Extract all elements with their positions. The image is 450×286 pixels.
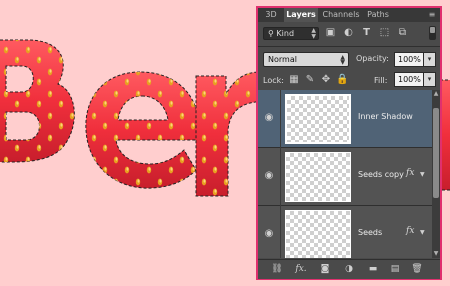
eye-icon[interactable]: ◉ <box>262 170 276 182</box>
new-layer-icon[interactable]: ▤ <box>388 263 402 276</box>
layer-row-seeds-copy[interactable]: ◉ Seeds copy fx ▼ <box>258 148 432 206</box>
filter-toggle[interactable] <box>429 26 436 40</box>
blend-row: Normal ▲ ▼ Opacity: 100% ▾ <box>258 49 440 69</box>
select-arrows-icon: ▲ ▼ <box>340 54 345 66</box>
opacity-field[interactable]: 100% <box>394 52 424 67</box>
fill-dropdown-icon[interactable]: ▾ <box>423 72 436 87</box>
add-style-icon[interactable]: fx. <box>294 263 308 276</box>
shape-filter-icon[interactable]: ⬚ <box>378 27 391 39</box>
layer-row-seeds[interactable]: ◉ Seeds fx ▼ <box>258 206 432 258</box>
tab-3d[interactable]: 3D <box>260 8 282 22</box>
layer-row-inner-shadow[interactable]: ◉ Inner Shadow <box>258 90 432 148</box>
delete-layer-icon[interactable]: 🗑 <box>410 263 424 276</box>
lock-position-icon[interactable]: ✥ <box>320 74 332 86</box>
layer-name[interactable]: Seeds <box>358 228 382 237</box>
eye-icon[interactable]: ◉ <box>262 228 276 240</box>
letter-e-shape <box>85 71 200 189</box>
opacity-dropdown-icon[interactable]: ▾ <box>423 52 436 67</box>
add-mask-icon[interactable]: ◙ <box>318 263 332 276</box>
scroll-down-icon[interactable]: ▼ <box>432 250 440 258</box>
expand-effects-icon[interactable]: ▼ <box>420 229 425 236</box>
fx-badge-icon[interactable]: fx <box>406 226 414 236</box>
fx-badge-icon[interactable]: fx <box>406 168 414 178</box>
divider <box>280 206 281 258</box>
lock-all-icon[interactable]: 🔒 <box>336 74 348 86</box>
tab-paths[interactable]: Paths <box>364 8 392 22</box>
layer-thumbnail[interactable] <box>285 152 351 202</box>
layer-name[interactable]: Inner Shadow <box>358 112 413 121</box>
letter-b-shape <box>0 39 75 163</box>
new-group-icon[interactable]: ▬ <box>366 263 380 276</box>
tab-channels[interactable]: Channels <box>320 8 362 22</box>
link-layers-icon[interactable]: ⛓ <box>270 263 284 276</box>
lock-transparent-icon[interactable]: ▦ <box>288 74 300 86</box>
scroll-thumb[interactable] <box>433 108 439 198</box>
opacity-label: Opacity: <box>356 54 389 63</box>
divider <box>280 148 281 206</box>
lock-row: Lock: ▦ ✎ ✥ 🔒 Fill: 100% ▾ <box>258 71 440 89</box>
pixel-filter-icon[interactable]: ▣ <box>324 27 337 39</box>
blend-mode-select[interactable]: Normal ▲ ▼ <box>263 52 349 67</box>
layer-thumbnail[interactable] <box>285 210 351 258</box>
fill-field[interactable]: 100% <box>394 72 424 87</box>
blend-mode-value: Normal <box>268 55 297 64</box>
lock-paint-icon[interactable]: ✎ <box>304 74 316 86</box>
smart-object-filter-icon[interactable]: ⧉ <box>396 27 409 39</box>
kind-filter-label: Kind <box>276 29 295 38</box>
lock-label: Lock: <box>263 76 284 85</box>
layer-name[interactable]: Seeds copy <box>358 170 404 179</box>
layer-filter-row: ⚲ Kind ▲ ▼ ▣ ◐ T ⬚ ⧉ <box>258 24 440 44</box>
tab-layers[interactable]: Layers <box>284 8 318 22</box>
divider <box>258 46 440 47</box>
kind-filter-select[interactable]: ⚲ Kind ▲ ▼ <box>263 27 319 40</box>
type-filter-icon[interactable]: T <box>360 27 373 39</box>
adjustment-filter-icon[interactable]: ◐ <box>342 27 355 39</box>
eye-icon[interactable]: ◉ <box>262 112 276 124</box>
layers-list: ◉ Inner Shadow ◉ Seeds copy fx ▼ ◉ Seeds… <box>258 90 432 258</box>
panel-tab-bar: 3D Layers Channels Paths ≡ <box>258 8 440 22</box>
layer-thumbnail[interactable] <box>285 94 351 144</box>
layers-scrollbar[interactable]: ▲ ▼ <box>432 90 440 258</box>
expand-effects-icon[interactable]: ▼ <box>420 171 425 178</box>
scroll-up-icon[interactable]: ▲ <box>432 90 440 98</box>
select-arrows-icon: ▲ ▼ <box>311 27 316 40</box>
fill-label: Fill: <box>374 76 388 85</box>
layers-bottom-toolbar: ⛓ fx. ◙ ◑ ▬ ▤ 🗑 <box>258 259 440 279</box>
adjustment-layer-icon[interactable]: ◑ <box>342 263 356 276</box>
divider <box>280 90 281 148</box>
layers-panel: 3D Layers Channels Paths ≡ ⚲ Kind ▲ ▼ ▣ ◐… <box>256 6 442 280</box>
panel-menu-icon[interactable]: ≡ <box>427 10 437 20</box>
